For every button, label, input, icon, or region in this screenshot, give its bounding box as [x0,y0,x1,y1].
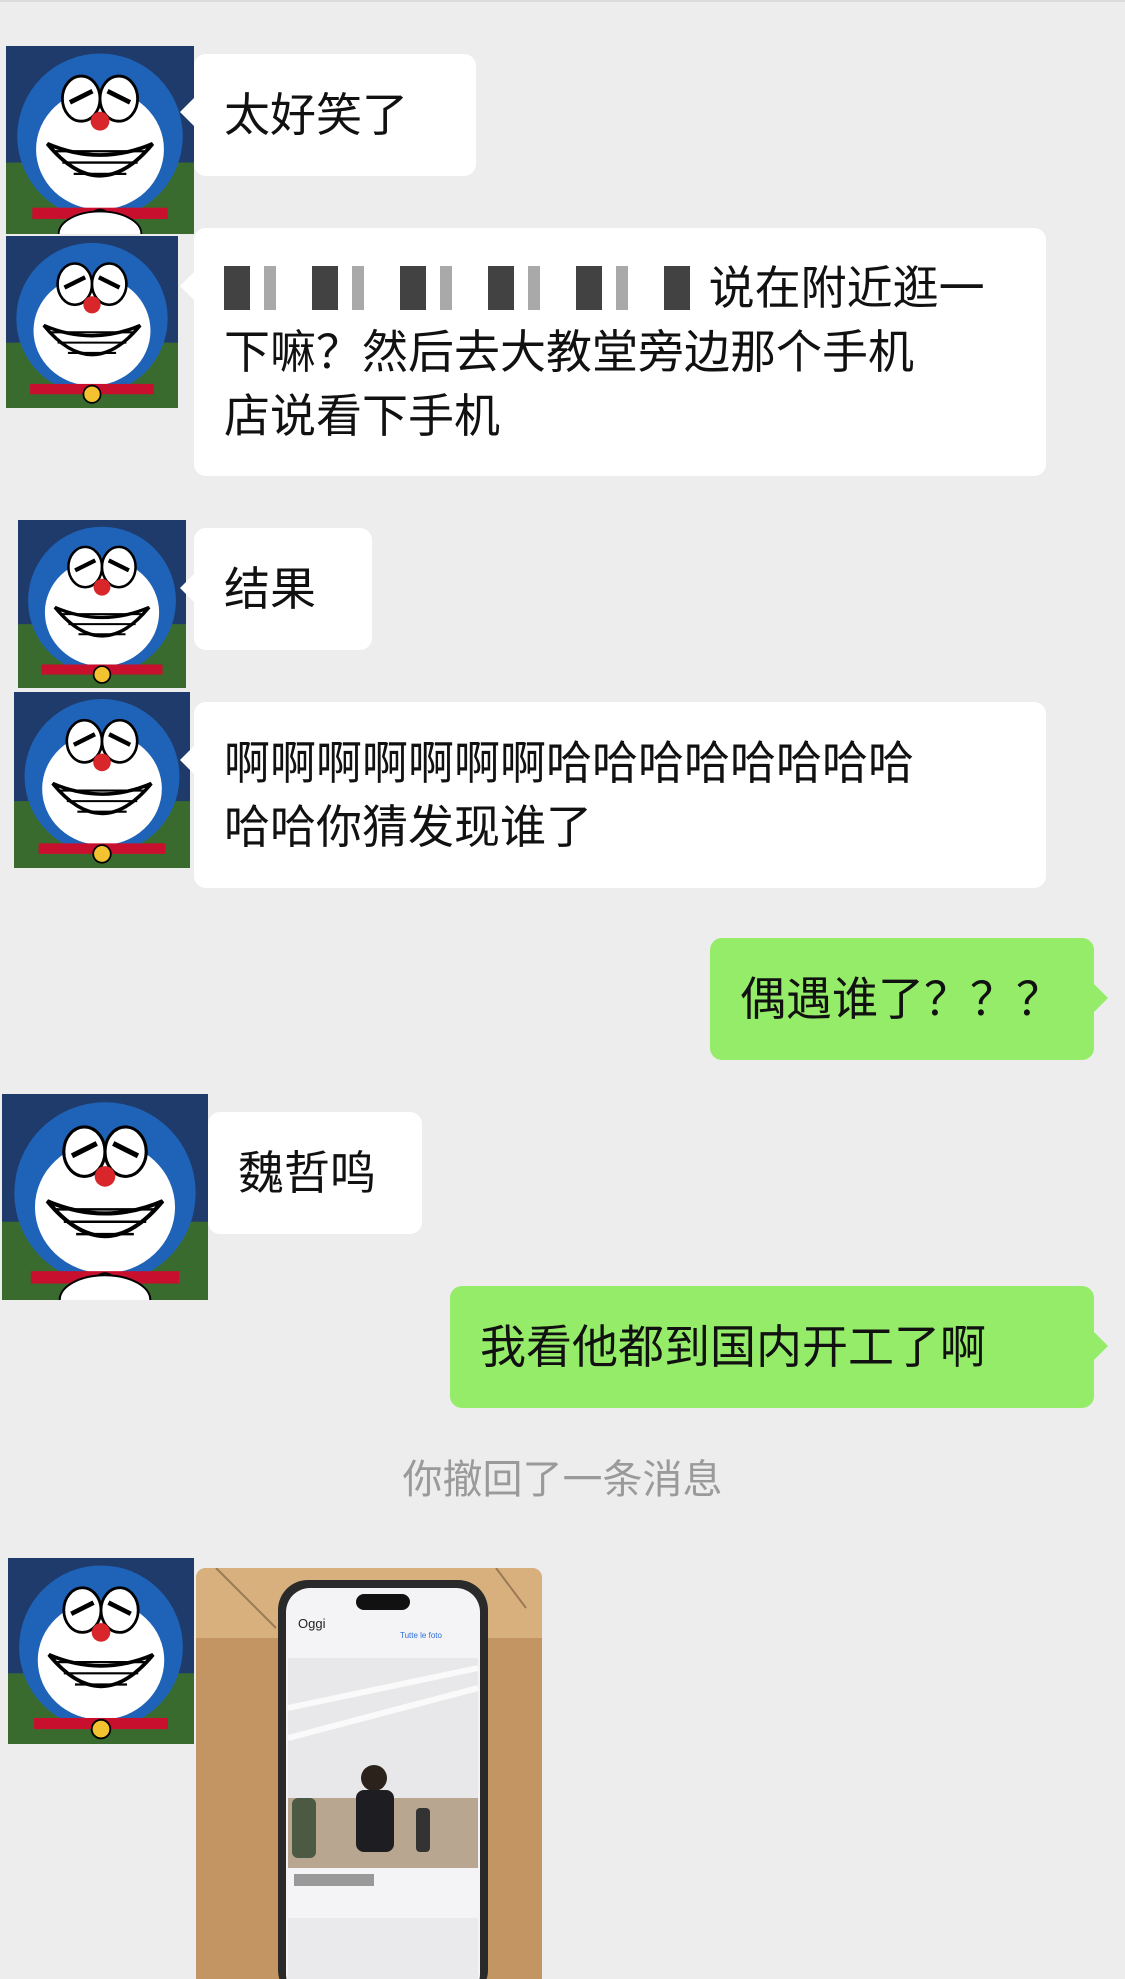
doraemon-avatar-icon [6,46,194,234]
doraemon-avatar-icon [18,520,186,688]
contact-avatar[interactable] [8,1558,194,1744]
message-line-2: 哈哈你猜发现谁了 [224,800,592,854]
message-text: 结果 [224,562,316,616]
photo-link: Tutte le foto [400,1631,443,1640]
message-line-1: 说在附近逛一 [224,256,1016,320]
doraemon-avatar-icon [14,692,190,868]
doraemon-avatar-icon [2,1094,208,1300]
bubble-tail [180,272,194,300]
message-text: 说在附近逛一 [708,261,985,315]
message-line-1: 啊啊啊啊啊啊啊哈哈哈哈哈哈哈哈 [224,736,914,790]
top-divider [0,0,1125,2]
phone-photo-image: Oggi Tutte le foto [196,1568,542,1979]
message-line-2: 下嘛？然后去大教堂旁边那个手机 [224,325,914,379]
contact-avatar[interactable] [14,692,190,868]
bubble-tail [180,574,194,602]
message-bubble[interactable]: 结果 [194,528,372,650]
bubble-tail [1094,984,1108,1012]
message-line-3: 店说看下手机 [224,389,500,443]
contact-avatar[interactable] [6,236,178,408]
message-bubble-outgoing[interactable]: 我看他都到国内开工了啊 [450,1286,1094,1408]
message-bubble[interactable]: 啊啊啊啊啊啊啊哈哈哈哈哈哈哈哈 哈哈你猜发现谁了 [194,702,1046,888]
photo-app-title: Oggi [298,1616,326,1631]
message-text: 魏哲鸣 [238,1146,376,1200]
message-bubble[interactable]: 说在附近逛一 下嘛？然后去大教堂旁边那个手机 店说看下手机 [194,228,1046,476]
message-bubble[interactable]: 魏哲鸣 [208,1112,422,1234]
bubble-tail [180,98,194,126]
doraemon-avatar-icon [8,1558,194,1744]
doraemon-avatar-icon [6,236,178,408]
message-bubble[interactable]: 太好笑了 [194,54,476,176]
message-text: 太好笑了 [224,88,408,142]
contact-avatar[interactable] [18,520,186,688]
bubble-tail [1094,1332,1108,1360]
chat-window: 太好笑了 说在附近逛一 下嘛？然后去大教堂旁边那个手机 店说看下手机 结果 啊啊… [0,0,1125,1979]
message-bubble-outgoing[interactable]: 偶遇谁了？？？ [710,938,1094,1060]
bubble-tail [180,746,194,774]
message-text: 我看他都到国内开工了啊 [480,1320,986,1374]
photo-message[interactable]: Oggi Tutte le foto [196,1568,542,1979]
contact-avatar[interactable] [6,46,194,234]
message-text: 偶遇谁了？？？ [740,972,1062,1026]
system-recall-notice: 你撤回了一条消息 [402,1457,723,1503]
redacted-text [224,266,694,310]
contact-avatar[interactable] [2,1094,208,1300]
